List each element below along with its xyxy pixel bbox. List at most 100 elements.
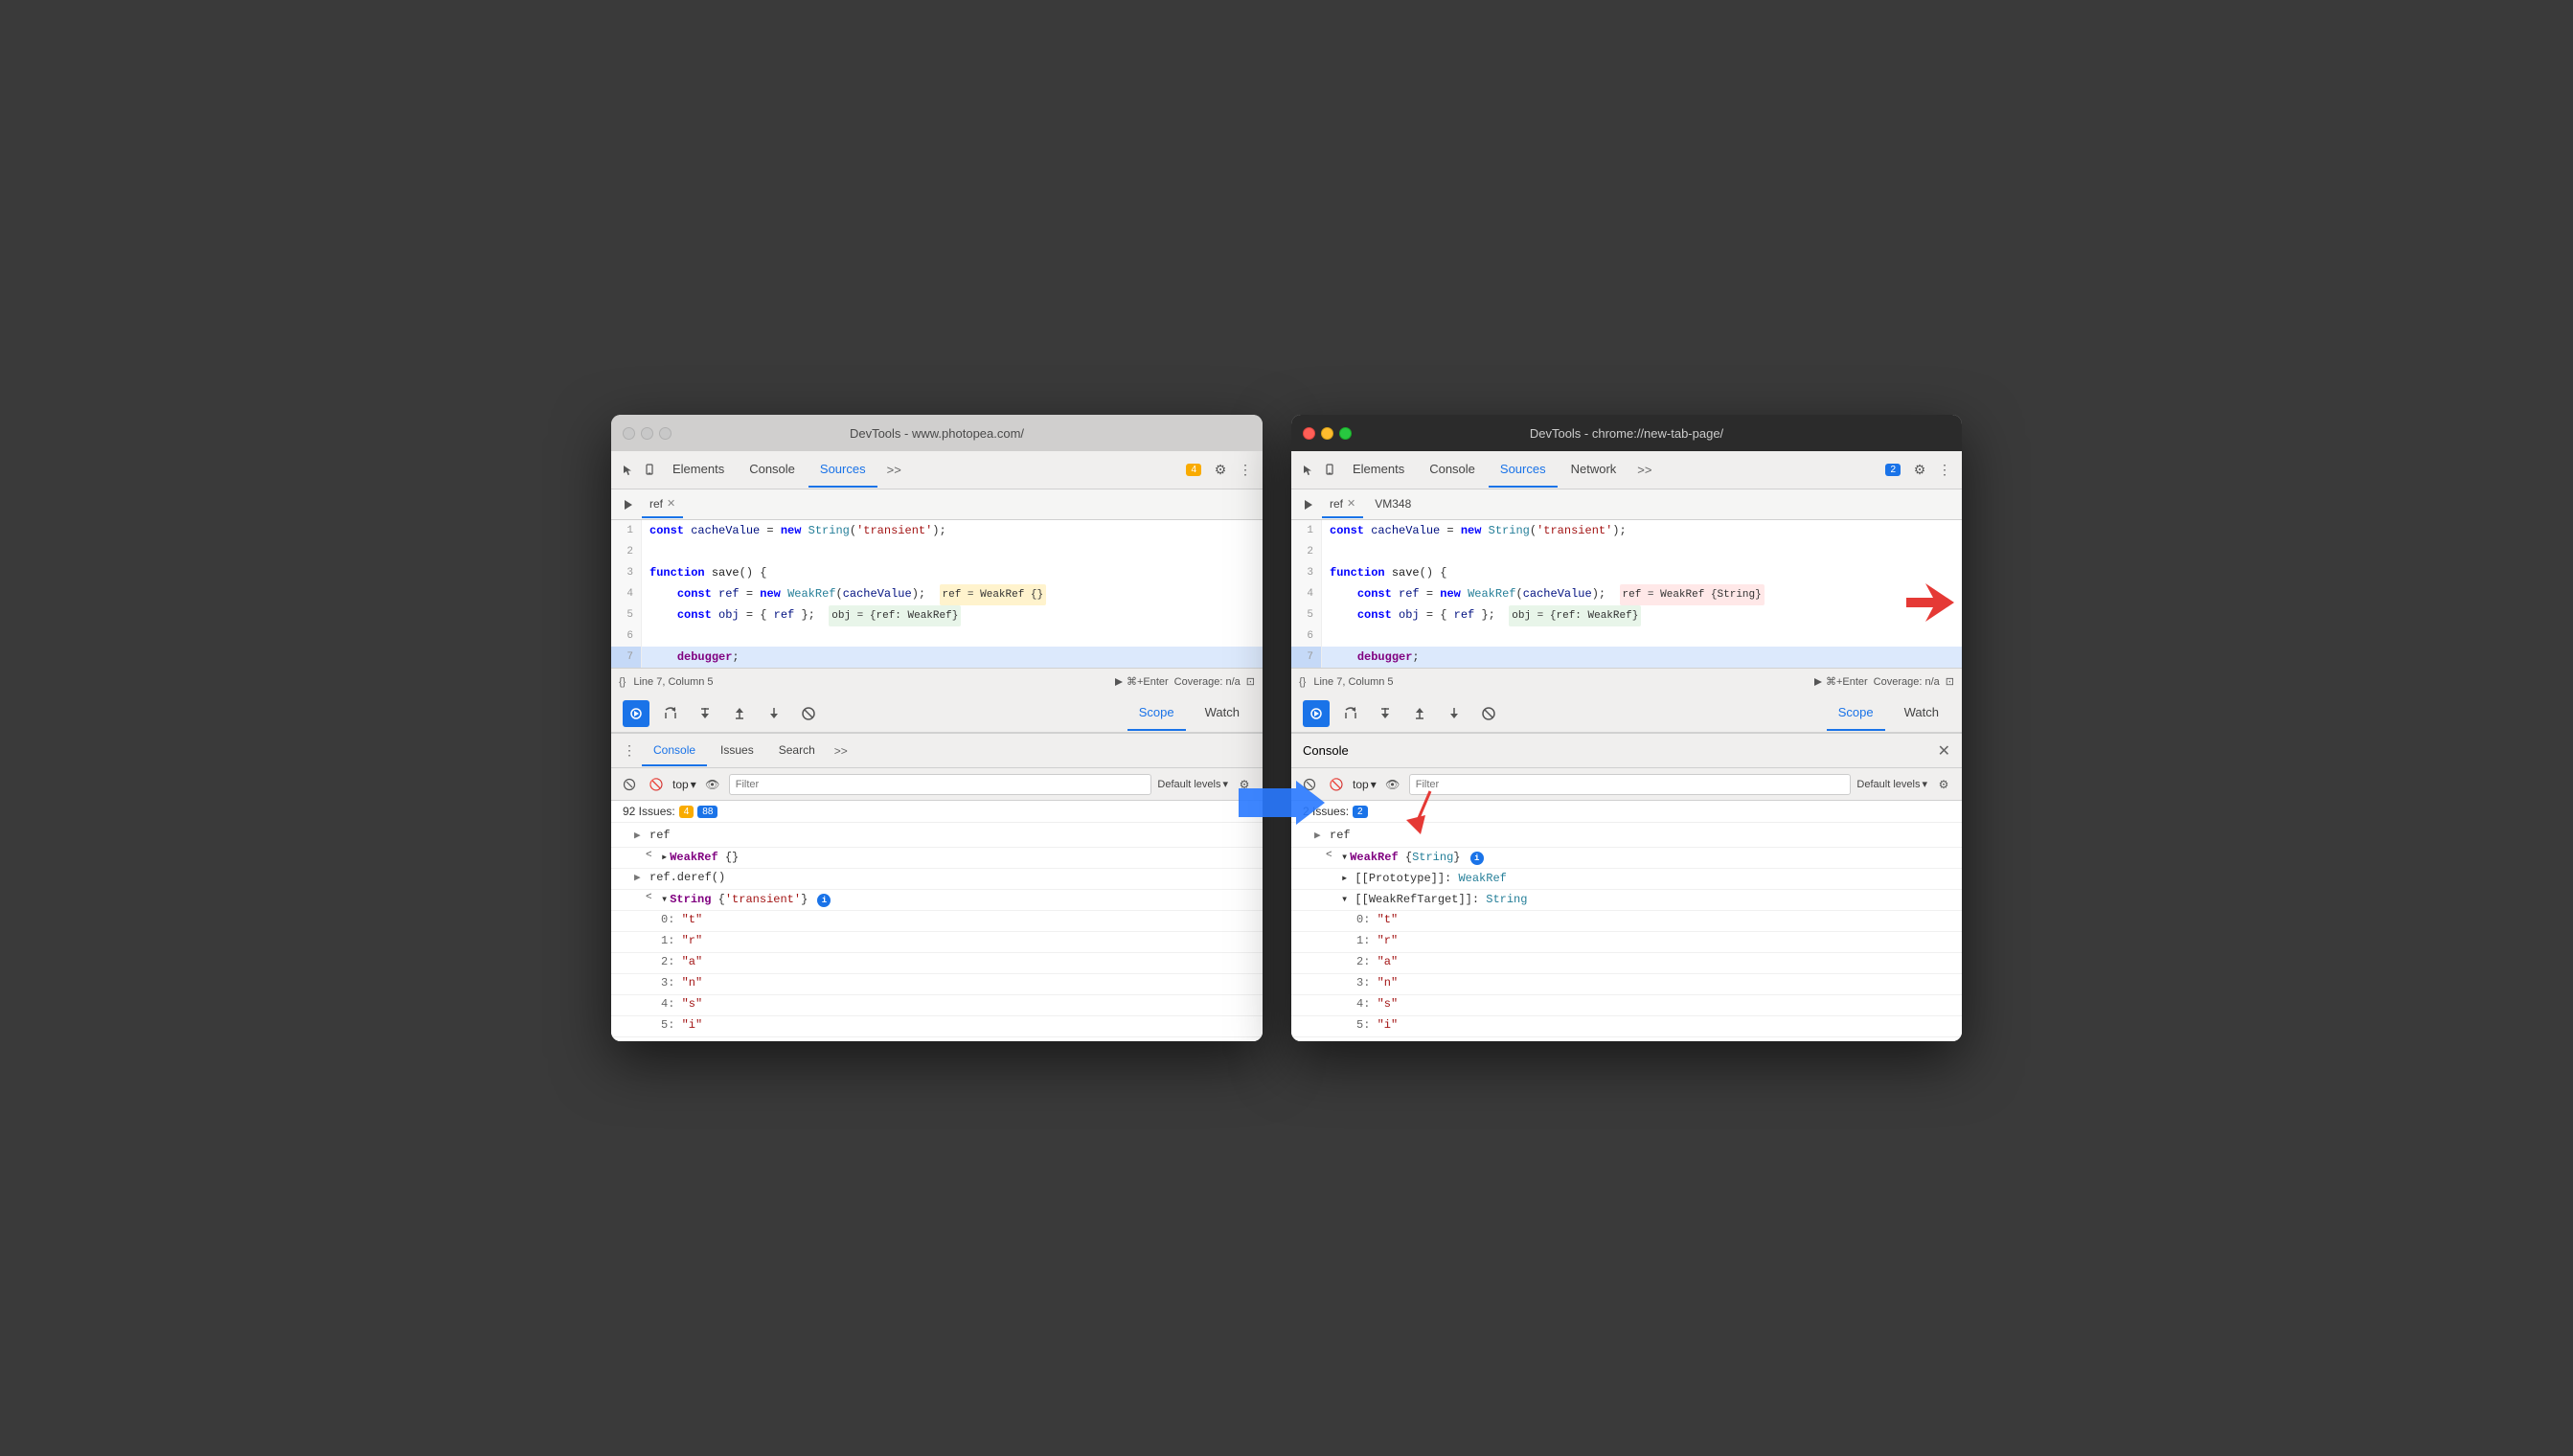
code-line-1-left: 1 const cacheValue = new String('transie… [611,520,1263,541]
file-tab-ref-left[interactable]: ref ✕ [642,491,683,518]
code-line-6-right: 6 [1291,626,1962,647]
console-entry-weakref-right: < ▾WeakRef {String} i [1291,848,1962,869]
left-debug-toolbar: Scope Watch [611,694,1263,733]
file-tab-vm-right[interactable]: VM348 [1367,491,1419,518]
info-badge-right: 2 [1885,464,1901,476]
str-5-right: 5: "i" [1291,1016,1962,1037]
file-tab-ref-right[interactable]: ref ✕ [1322,491,1363,518]
bottom-tab-more-left[interactable]: >> [829,744,854,758]
code-line-7-left: 7 debugger; [611,647,1263,668]
tab-elements-right[interactable]: Elements [1341,453,1416,488]
top-selector-left[interactable]: top ▾ [672,778,696,791]
step-btn-left[interactable] [761,700,787,727]
level-select-left[interactable]: Default levels ▾ [1157,778,1228,790]
tab-more-right[interactable]: >> [1629,463,1659,477]
bottom-tab-issues-left[interactable]: Issues [709,736,765,766]
console-entry-proto-right: ▸ [[Prototype]]: WeakRef [1291,869,1962,890]
left-tab-bar: Elements Console Sources >> 4 ⚙ ⋮ [611,451,1263,489]
mobile-icon-right[interactable] [1320,461,1339,480]
gear-icon-left[interactable]: ⚙ [1211,461,1230,480]
file-tab-close-ref-right[interactable]: ✕ [1347,497,1355,510]
tab-console-left[interactable]: Console [738,453,807,488]
block-btn-left[interactable]: 🚫 [646,774,667,795]
step-into-btn-right[interactable] [1372,700,1399,727]
console-entry-ref-right: ▶ ref [1291,827,1962,848]
file-tab-close-left[interactable]: ✕ [667,497,675,510]
step-out-btn-right[interactable] [1406,700,1433,727]
cursor-icon-left[interactable] [619,461,638,480]
console-entry-deref-left: ▶ ref.deref() [611,869,1263,890]
level-select-right[interactable]: Default levels ▾ [1856,778,1927,790]
clear-console-btn-left[interactable] [619,774,640,795]
step-over-btn-left[interactable] [657,700,684,727]
tab-elements-left[interactable]: Elements [661,453,736,488]
status-braces-left: {} [619,676,626,688]
minimize-button-left[interactable] [641,427,653,440]
cursor-icon-right[interactable] [1299,461,1318,480]
filter-input-right[interactable] [1409,774,1852,795]
red-arrow-code-right [1906,583,1954,626]
left-devtools-window: DevTools - www.photopea.com/ Elements Co… [611,415,1263,1041]
tab-network-right[interactable]: Network [1560,453,1628,488]
watch-tab-left[interactable]: Watch [1194,696,1251,731]
bottom-tab-console-left[interactable]: Console [642,736,707,766]
str-1-left: 1: "r" [611,932,1263,953]
right-issues-bar: 2 Issues: 2 [1291,801,1962,823]
pause-btn-right[interactable] [1303,700,1330,727]
eye-icon-right[interactable]: 👁 [1382,774,1403,795]
bottom-tabs-more-left[interactable]: ⋮ [619,742,640,759]
console-entry-target-right: ▾ [[WeakRefTarget]]: String [1291,890,1962,911]
run-enter-right[interactable]: ⌘+Enter [1813,675,1868,688]
coverage-icon-left[interactable]: ⊡ [1246,675,1255,688]
run-enter-left[interactable]: ⌘+Enter [1114,675,1169,688]
run-btn-left[interactable] [619,495,638,514]
code-line-1-right: 1 const cacheValue = new String('transie… [1291,520,1962,541]
top-selector-right[interactable]: top ▾ [1353,778,1377,791]
str-0-right: 0: "t" [1291,911,1962,932]
deactivate-btn-left[interactable] [795,700,822,727]
gear-icon-right[interactable]: ⚙ [1910,461,1929,480]
eye-icon-left[interactable]: 👁 [702,774,723,795]
str-2-left: 2: "a" [611,953,1263,974]
coverage-icon-right[interactable]: ⊡ [1946,675,1954,688]
blue-arrow-annotation [1239,779,1325,827]
file-tab-vm-label-right: VM348 [1375,497,1411,511]
more-icon-left[interactable]: ⋮ [1236,461,1255,480]
pause-btn-left[interactable] [623,700,649,727]
left-traffic-lights [623,427,672,440]
maximize-button-right[interactable] [1339,427,1352,440]
maximize-button-left[interactable] [659,427,672,440]
red-arrow-issues-right [1406,786,1454,837]
scope-tab-right[interactable]: Scope [1827,696,1885,731]
minimize-button-right[interactable] [1321,427,1333,440]
right-window-title: DevTools - chrome://new-tab-page/ [1530,426,1723,441]
settings-btn-right[interactable]: ⚙ [1933,774,1954,795]
step-into-btn-left[interactable] [692,700,718,727]
more-icon-right[interactable]: ⋮ [1935,461,1954,480]
tab-sources-left[interactable]: Sources [808,453,877,488]
right-devtools-body: Elements Console Sources Network >> 2 ⚙ … [1291,451,1962,1041]
close-button-right[interactable] [1303,427,1315,440]
filter-input-left[interactable] [729,774,1152,795]
left-tab-icons: 4 ⚙ ⋮ [1186,461,1255,480]
deactivate-btn-right[interactable] [1475,700,1502,727]
tab-console-right[interactable]: Console [1418,453,1487,488]
tab-sources-right[interactable]: Sources [1489,453,1558,488]
watch-tab-right[interactable]: Watch [1893,696,1950,731]
step-btn-right[interactable] [1441,700,1468,727]
close-button-left[interactable] [623,427,635,440]
coverage-left: Coverage: n/a [1174,676,1241,688]
left-window-title: DevTools - www.photopea.com/ [850,426,1024,441]
console-close-btn-right[interactable]: ✕ [1938,741,1950,761]
right-devtools-window: DevTools - chrome://new-tab-page/ Elemen… [1291,415,1962,1041]
run-btn-right[interactable] [1299,495,1318,514]
mobile-icon-left[interactable] [640,461,659,480]
tab-more-left[interactable]: >> [879,463,909,477]
code-line-4-right: 4 const ref = new WeakRef(cacheValue); r… [1291,583,1962,604]
step-out-btn-left[interactable] [726,700,753,727]
step-over-btn-right[interactable] [1337,700,1364,727]
bottom-tab-search-left[interactable]: Search [767,736,827,766]
code-line-6-left: 6 [611,626,1263,647]
block-btn-right[interactable]: 🚫 [1326,774,1347,795]
scope-tab-left[interactable]: Scope [1127,696,1186,731]
